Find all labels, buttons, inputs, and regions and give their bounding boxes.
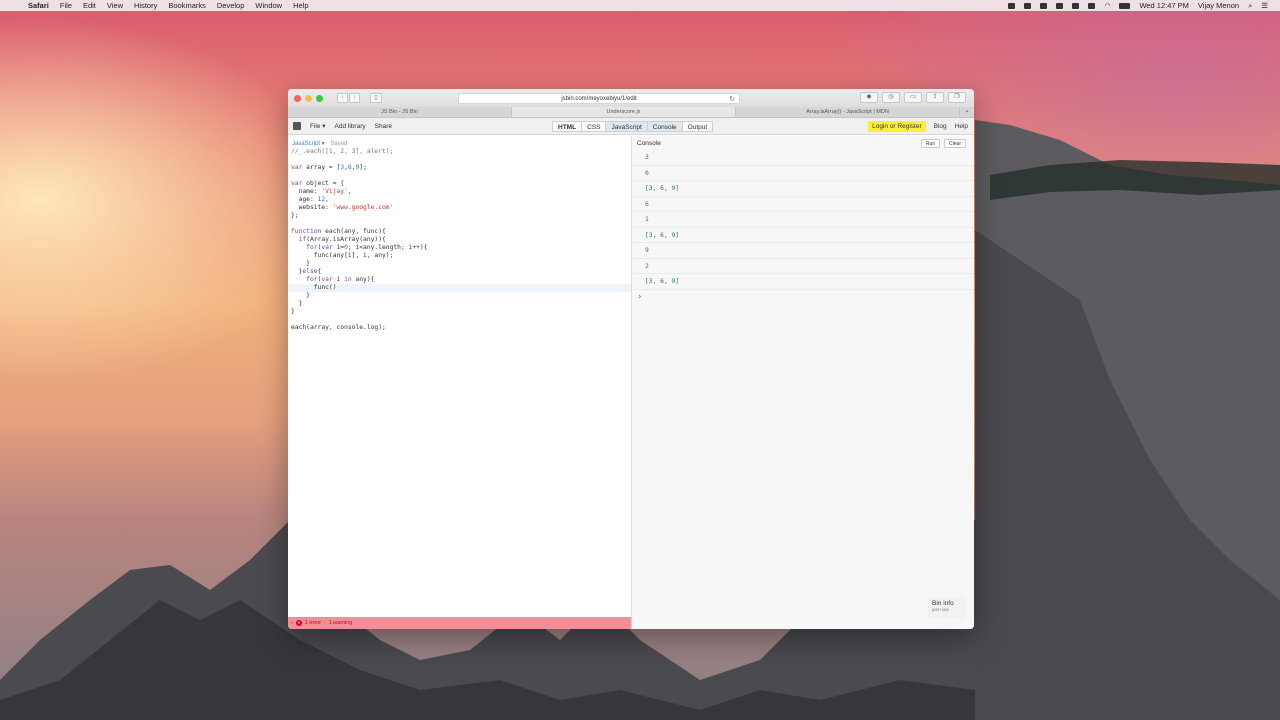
window-titlebar: ‹ › ▯ jsbin.com/meyoxebiyu/1/edit ↻ ◉ ◷ … bbox=[288, 89, 974, 107]
console-prompt-input[interactable]: › bbox=[632, 290, 974, 304]
menu-window[interactable]: Window bbox=[255, 1, 282, 10]
console-output: 3 0 [3, 6, 9] 6 1 [3, 6, 9] 9 2 [3, 6, 9… bbox=[632, 150, 974, 304]
add-library-button[interactable]: Add library bbox=[335, 123, 366, 130]
javascript-editor[interactable]: JavaScript ▾ Saved //_.each([1, 2, 3], a… bbox=[288, 136, 631, 629]
panel-toggles: HTML CSS JavaScript Console Output bbox=[552, 121, 714, 132]
extension-icon[interactable]: ◉ bbox=[860, 92, 878, 103]
back-icon[interactable]: ‹ bbox=[337, 93, 348, 103]
console-line: 9 bbox=[632, 243, 974, 259]
user-name[interactable]: Vijay Menon bbox=[1198, 1, 1239, 10]
clear-button[interactable]: Clear bbox=[944, 138, 966, 148]
new-tab-button[interactable]: + bbox=[960, 107, 974, 117]
status-icon[interactable] bbox=[1040, 2, 1048, 9]
console-line: 1 bbox=[632, 212, 974, 228]
console-title: Console bbox=[637, 139, 661, 147]
menu-develop[interactable]: Develop bbox=[217, 1, 245, 10]
share-icon[interactable]: ⇪ bbox=[926, 92, 944, 103]
login-register-button[interactable]: Login or Register bbox=[868, 120, 926, 132]
console-line: [3, 6, 9] bbox=[632, 228, 974, 243]
tab-jsbin[interactable]: JS Bin - JS Bin bbox=[288, 107, 512, 117]
menu-edit[interactable]: Edit bbox=[83, 1, 96, 10]
menu-bookmarks[interactable]: Bookmarks bbox=[168, 1, 206, 10]
close-window-button[interactable] bbox=[294, 94, 301, 102]
console-header: Console Run Clear bbox=[632, 136, 974, 150]
status-icon[interactable] bbox=[1008, 2, 1016, 9]
tab-mdn[interactable]: Array.isArray() - JavaScript | MDN bbox=[736, 107, 960, 117]
macos-menubar: Safari File Edit View History Bookmarks … bbox=[0, 0, 1280, 11]
tab-javascript[interactable]: JavaScript bbox=[605, 121, 647, 132]
warning-icon: ! bbox=[324, 620, 326, 626]
status-icon[interactable] bbox=[1056, 2, 1064, 9]
tab-console[interactable]: Console bbox=[646, 121, 682, 132]
sidebar-icon[interactable]: ▯ bbox=[370, 93, 382, 103]
chevron-down-icon[interactable]: › bbox=[291, 620, 293, 626]
bin-info-title: Bin info bbox=[932, 600, 954, 607]
console-line: [3, 6, 9] bbox=[632, 181, 974, 197]
save-status: Saved bbox=[330, 141, 348, 147]
address-bar[interactable]: jsbin.com/meyoxebiyu/1/edit ↻ bbox=[458, 93, 740, 104]
bin-info-button[interactable]: Bin info just now bbox=[928, 597, 966, 619]
console-line: [3, 6, 9] bbox=[632, 274, 974, 290]
share-button[interactable]: Share bbox=[375, 123, 392, 130]
bin-info-subtitle: just now bbox=[932, 607, 949, 612]
tabs-overview-icon[interactable]: ❐ bbox=[948, 92, 966, 103]
clock[interactable]: Wed 12:47 PM bbox=[1139, 1, 1188, 10]
tab-bar: JS Bin - JS Bin Underscore.js Array.isAr… bbox=[288, 107, 974, 118]
menu-help[interactable]: Help bbox=[293, 1, 308, 10]
code-area[interactable]: //_.each([1, 2, 3], alert); var array = … bbox=[288, 148, 631, 332]
jsbin-toolbar: File ▾ Add library Share HTML CSS JavaSc… bbox=[288, 118, 974, 135]
editor-header: JavaScript ▾ Saved bbox=[288, 136, 631, 148]
tab-output[interactable]: Output bbox=[681, 121, 714, 132]
help-link[interactable]: Help bbox=[955, 123, 968, 130]
volume-icon[interactable] bbox=[1072, 2, 1080, 9]
url-text: jsbin.com/meyoxebiyu/1/edit bbox=[561, 96, 637, 102]
console-line: 6 bbox=[632, 197, 974, 212]
console-panel: Console Run Clear 3 0 [3, 6, 9] 6 1 [3, … bbox=[631, 136, 974, 629]
run-button[interactable]: Run bbox=[920, 138, 941, 148]
battery-icon[interactable] bbox=[1119, 2, 1131, 9]
error-bar[interactable]: › ✕ 1 error ! 1 warning bbox=[288, 617, 631, 629]
menu-file[interactable]: File bbox=[60, 1, 72, 10]
tab-underscore[interactable]: Underscore.js bbox=[512, 107, 736, 117]
zoom-window-button[interactable] bbox=[316, 94, 323, 102]
warning-count[interactable]: 1 warning bbox=[329, 620, 353, 626]
console-line: 3 bbox=[632, 150, 974, 166]
tab-html[interactable]: HTML bbox=[552, 121, 582, 132]
flag-icon[interactable] bbox=[1088, 2, 1096, 9]
blog-link[interactable]: Blog bbox=[934, 123, 947, 130]
tab-css[interactable]: CSS bbox=[581, 121, 606, 132]
notification-icon[interactable]: ☰ bbox=[1261, 1, 1268, 10]
print-icon[interactable]: ▭ bbox=[904, 92, 922, 103]
error-icon: ✕ bbox=[295, 620, 302, 626]
status-icon[interactable] bbox=[1024, 2, 1032, 9]
console-line: 2 bbox=[632, 259, 974, 274]
file-menu[interactable]: File ▾ bbox=[310, 122, 326, 130]
language-selector[interactable]: JavaScript ▾ bbox=[292, 141, 325, 147]
wifi-icon[interactable]: ◠ bbox=[1104, 2, 1110, 10]
console-line: 0 bbox=[632, 166, 974, 181]
error-count[interactable]: 1 error bbox=[305, 620, 321, 626]
safari-window: ‹ › ▯ jsbin.com/meyoxebiyu/1/edit ↻ ◉ ◷ … bbox=[288, 89, 974, 629]
minimize-window-button[interactable] bbox=[305, 94, 312, 102]
reload-icon[interactable]: ↻ bbox=[729, 94, 735, 105]
jsbin-logo-icon[interactable] bbox=[293, 122, 301, 130]
menu-safari[interactable]: Safari bbox=[28, 1, 49, 10]
menu-history[interactable]: History bbox=[134, 1, 157, 10]
forward-icon[interactable]: › bbox=[349, 93, 360, 103]
search-icon[interactable]: ⌕ bbox=[1248, 1, 1252, 11]
history-icon[interactable]: ◷ bbox=[882, 92, 900, 103]
menu-view[interactable]: View bbox=[107, 1, 123, 10]
